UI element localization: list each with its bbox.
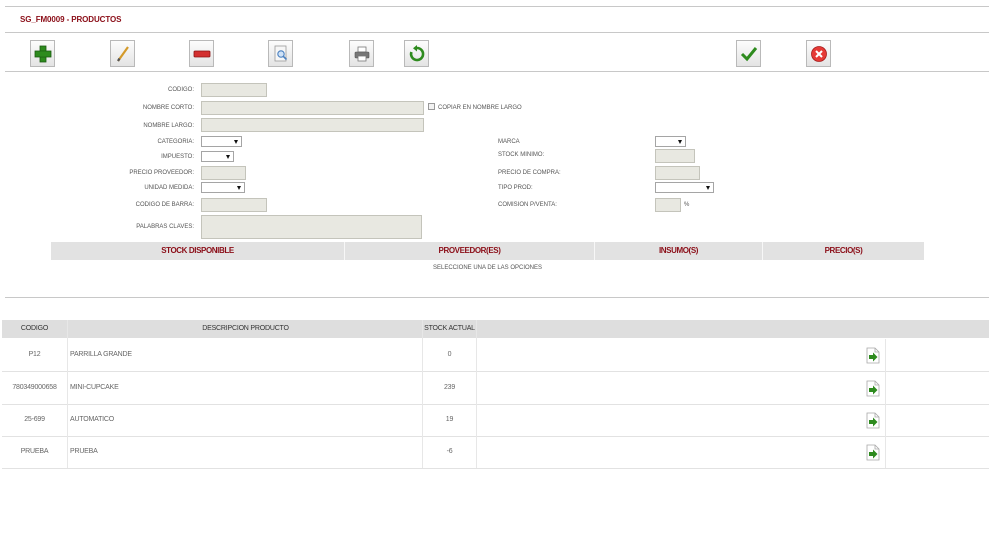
search-button[interactable]: [268, 40, 293, 67]
add-icon: [34, 45, 51, 62]
detail-tabs: STOCK DISPONIBLE PROVEEDOR(ES) INSUMO(S)…: [51, 242, 924, 260]
cell-codigo: 25-699: [24, 416, 45, 423]
cell-stock: 0: [447, 351, 452, 358]
cell-descripcion: AUTOMATICO: [70, 416, 115, 423]
title-rule: [5, 32, 989, 33]
confirm-button[interactable]: [736, 40, 761, 67]
tabs-hint: SELECCIONE UNA DE LAS OPCIONES: [432, 265, 543, 271]
stock-minimo-label: STOCK MINIMO:: [498, 152, 545, 158]
nombre-corto-field[interactable]: [201, 101, 424, 115]
cancel-button[interactable]: [806, 40, 831, 67]
nombre-largo-field[interactable]: [201, 118, 424, 132]
nombre-largo-label: NOMBRE LARGO:: [143, 123, 194, 129]
copiar-checkbox[interactable]: [428, 103, 435, 110]
delete-button[interactable]: [189, 40, 214, 67]
codigo-field[interactable]: [201, 83, 267, 97]
codigo-barra-field[interactable]: [201, 198, 267, 212]
nombre-corto-label: NOMBRE CORTO:: [142, 105, 194, 111]
edit-button[interactable]: [110, 40, 135, 67]
cell-descripcion: PARRILLA GRANDE: [70, 351, 132, 358]
cell-codigo: P12: [28, 351, 41, 358]
tipo-prod-select[interactable]: [655, 182, 714, 193]
tipo-prod-label: TIPO PROD:: [498, 185, 533, 191]
go-arrow-icon[interactable]: [866, 412, 880, 429]
precio-proveedor-label: PRECIO PROVEEDOR:: [129, 170, 194, 176]
cell-descripcion: PRUEBA: [70, 448, 98, 455]
toolbar-rule: [5, 71, 989, 72]
cancel-icon: [810, 45, 827, 62]
top-rule: [5, 6, 989, 7]
tab-insumos[interactable]: INSUMO(S): [595, 242, 762, 260]
unidad-medida-label: UNIDAD MEDIDA:: [144, 185, 194, 191]
table-row[interactable]: PRUEBA PRUEBA -6: [2, 436, 989, 469]
printer-icon: [354, 46, 369, 61]
column-divider: [67, 320, 68, 468]
search-document-icon: [274, 45, 287, 61]
refresh-button[interactable]: [404, 40, 429, 67]
go-arrow-icon[interactable]: [866, 347, 880, 364]
table-row[interactable]: 780349000658 MINI-CUPCAKE 239: [2, 372, 989, 405]
palabras-claves-label: PALABRAS CLAVES:: [136, 224, 194, 230]
go-arrow-icon[interactable]: [866, 444, 880, 461]
cell-codigo: 780349000658: [12, 384, 57, 391]
print-button[interactable]: [349, 40, 374, 67]
section-rule: [5, 297, 989, 298]
go-arrow-icon[interactable]: [866, 380, 880, 397]
cell-stock: -6: [446, 448, 453, 455]
copiar-label: COPIAR EN NOMBRE LARGO: [438, 105, 522, 111]
column-header-descripcion[interactable]: DESCRIPCION PRODUCTO: [68, 320, 423, 338]
tab-stock-disponible[interactable]: STOCK DISPONIBLE: [51, 242, 344, 260]
categoria-select[interactable]: [201, 136, 242, 147]
cell-stock: 239: [443, 384, 456, 391]
minus-icon: [193, 50, 210, 57]
column-divider: [885, 339, 886, 468]
table-header: CODIGO DESCRIPCION PRODUCTO STOCK ACTUAL: [2, 320, 989, 338]
comision-field[interactable]: [655, 198, 681, 212]
add-button[interactable]: [30, 40, 55, 67]
column-header-codigo[interactable]: CODIGO: [2, 320, 67, 338]
palabras-claves-textarea[interactable]: [201, 215, 422, 239]
marca-select[interactable]: [655, 136, 686, 147]
pencil-icon: [116, 45, 129, 62]
precio-compra-field[interactable]: [655, 166, 700, 180]
cell-stock: 19: [445, 416, 454, 423]
precio-proveedor-field[interactable]: [201, 166, 246, 180]
stock-minimo-field[interactable]: [655, 149, 695, 163]
marca-label: MARCA: [498, 139, 520, 145]
cell-codigo: PRUEBA: [20, 448, 49, 455]
codigo-label: CODIGO:: [167, 87, 194, 93]
column-header-stock[interactable]: STOCK ACTUAL: [423, 320, 476, 338]
column-divider: [422, 320, 423, 468]
cell-descripcion: MINI-CUPCAKE: [70, 384, 119, 391]
tab-proveedores[interactable]: PROVEEDOR(ES): [345, 242, 594, 260]
tab-precios[interactable]: PRECIO(S): [763, 242, 924, 260]
column-divider: [476, 320, 477, 468]
impuesto-select[interactable]: [201, 151, 234, 162]
categoria-label: CATEGORIA:: [157, 139, 194, 145]
table-row[interactable]: P12 PARRILLA GRANDE 0: [2, 339, 989, 372]
codigo-barra-label: CODIGO DE BARRA:: [135, 202, 194, 208]
window-title: SG_FM0009 - PRODUCTOS: [20, 15, 122, 24]
unidad-medida-select[interactable]: [201, 182, 245, 193]
table-row[interactable]: 25-699 AUTOMATICO 19: [2, 404, 989, 437]
impuesto-label: IMPUESTO:: [161, 154, 194, 160]
precio-compra-label: PRECIO DE COMPRA:: [498, 170, 561, 176]
comision-label: COMISION P/VENTA:: [498, 202, 557, 208]
percent-label: %: [684, 202, 690, 208]
refresh-icon: [409, 44, 424, 61]
check-icon: [740, 46, 757, 61]
